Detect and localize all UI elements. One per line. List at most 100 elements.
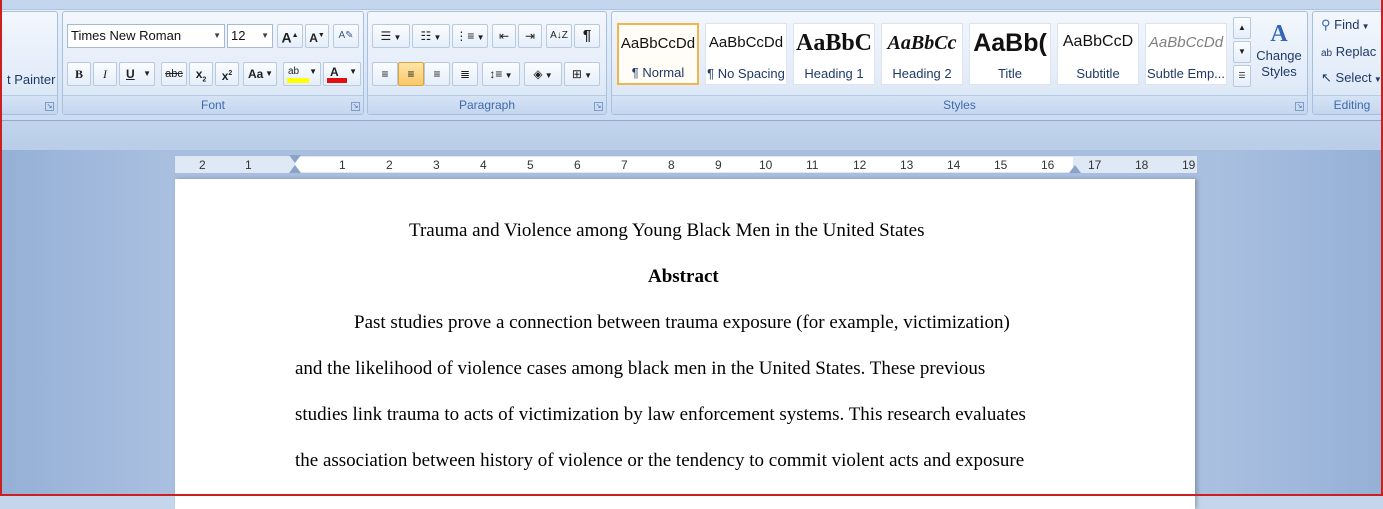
style-sample: AaBbCcDd xyxy=(1148,34,1224,51)
ribbon: t Painter ↘ Times New Roman ▼ 12 ▼ A▲ A▼… xyxy=(0,0,1383,120)
cursor-arrow-icon: ↖ xyxy=(1321,70,1332,85)
chevron-down-icon[interactable]: ▼ xyxy=(543,71,553,80)
borders-button[interactable]: ⊞ ▼ xyxy=(564,62,600,86)
ruler-number: 5 xyxy=(527,158,534,172)
bold-button[interactable]: B xyxy=(67,62,91,86)
style-normal[interactable]: AaBbCcDd ¶ Normal xyxy=(617,23,699,85)
style-subtitle[interactable]: AaBbCcD Subtitle xyxy=(1057,23,1139,85)
numbering-button[interactable]: ☷ ▼ xyxy=(412,24,450,48)
change-case-icon: Aa xyxy=(248,67,264,81)
chevron-down-icon[interactable]: ▼ xyxy=(261,25,269,47)
replace-button[interactable]: ab Replac xyxy=(1321,44,1376,59)
style-subtle-emphasis[interactable]: AaBbCcDd Subtle Emp... xyxy=(1145,23,1227,85)
style-sample: AaBb( xyxy=(973,29,1047,57)
chevron-down-icon[interactable]: ▼ xyxy=(1359,22,1370,31)
font-color-bar xyxy=(327,78,347,83)
style-sample: AaBbCcDd xyxy=(708,34,784,51)
line-spacing-button[interactable]: ↕≡ ▼ xyxy=(482,62,520,86)
change-styles-button[interactable]: A Change Styles xyxy=(1253,20,1305,90)
find-button[interactable]: ⚲ Find ▼ xyxy=(1321,17,1370,33)
ruler-number: 1 xyxy=(339,158,346,172)
align-right-icon: ≡ xyxy=(433,67,441,81)
style-sample: AaBbCcDd xyxy=(620,35,696,52)
first-line-indent-marker[interactable] xyxy=(289,155,301,163)
shrink-font-button[interactable]: A▼ xyxy=(305,24,329,48)
subscript-button[interactable]: x2 xyxy=(189,62,213,86)
hanging-indent-marker[interactable] xyxy=(289,165,301,173)
gallery-scroll-up-icon[interactable]: ▲ xyxy=(1233,17,1251,39)
body-line[interactable]: studies link trauma to acts of victimiza… xyxy=(295,404,1026,426)
ruler-number: 18 xyxy=(1135,158,1149,172)
styles-launcher-icon[interactable]: ↘ xyxy=(1295,102,1304,111)
body-line[interactable]: and the likelihood of violence cases amo… xyxy=(295,358,985,380)
sort-az-icon: A↓Z xyxy=(550,30,568,41)
font-color-button[interactable]: A ▼ xyxy=(323,62,361,86)
chevron-down-icon[interactable]: ▼ xyxy=(213,25,221,47)
select-button[interactable]: ↖ Select ▼ xyxy=(1321,70,1382,86)
ruler-number: 14 xyxy=(947,158,961,172)
italic-button[interactable]: I xyxy=(93,62,117,86)
body-line[interactable]: the association between history of viole… xyxy=(295,450,1024,472)
chevron-down-icon[interactable]: ▼ xyxy=(474,33,485,42)
ruler-number: 11 xyxy=(806,158,819,172)
style-heading-2[interactable]: AaBbCc Heading 2 xyxy=(881,23,963,85)
multilevel-list-button[interactable]: ⋮≡ ▼ xyxy=(452,24,488,48)
style-title[interactable]: AaBb( Title xyxy=(969,23,1051,85)
align-center-icon: ≡ xyxy=(407,67,415,81)
right-indent-marker[interactable] xyxy=(1069,165,1081,173)
chevron-down-icon[interactable]: ▼ xyxy=(582,71,592,80)
change-case-button[interactable]: Aa ▼ xyxy=(243,62,277,86)
chevron-down-icon[interactable]: ▼ xyxy=(502,71,513,80)
ribbon-separator xyxy=(0,120,1383,151)
document-title[interactable]: Trauma and Violence among Young Black Me… xyxy=(409,220,925,242)
sort-button[interactable]: A↓Z xyxy=(546,24,572,48)
style-sample: AaBbCc xyxy=(887,32,957,54)
chevron-down-icon[interactable]: ▼ xyxy=(391,33,402,42)
chevron-down-icon[interactable]: ▼ xyxy=(431,33,442,42)
body-line[interactable]: Past studies prove a connection between … xyxy=(354,312,1010,334)
align-center-button[interactable]: ≡ xyxy=(398,62,424,86)
decrease-indent-button[interactable]: ⇤ xyxy=(492,24,516,48)
paragraph-launcher-icon[interactable]: ↘ xyxy=(594,102,603,111)
document-page[interactable]: Trauma and Violence among Young Black Me… xyxy=(175,179,1195,509)
bullets-button[interactable]: ☰ ▼ xyxy=(372,24,410,48)
style-name: Subtle Emp... xyxy=(1146,66,1226,81)
align-right-button[interactable]: ≡ xyxy=(424,62,450,86)
chevron-down-icon[interactable]: ▼ xyxy=(349,63,357,81)
grow-font-button[interactable]: A▲ xyxy=(277,24,303,48)
justify-button[interactable]: ≣ xyxy=(452,62,478,86)
clipboard-launcher-icon[interactable]: ↘ xyxy=(45,102,54,111)
frame-border xyxy=(0,0,2,496)
highlight-button[interactable]: ab ▼ xyxy=(283,62,321,86)
highlighter-icon: ab xyxy=(288,66,300,77)
gallery-scroll-down-icon[interactable]: ▼ xyxy=(1233,41,1251,63)
font-launcher-icon[interactable]: ↘ xyxy=(351,102,360,111)
ruler-number: 9 xyxy=(715,158,722,172)
underline-button[interactable]: U ▼ xyxy=(119,62,155,86)
font-group-label: Font xyxy=(63,95,363,114)
gallery-more-icon[interactable]: ☰ xyxy=(1233,65,1251,87)
font-size-combo[interactable]: 12 ▼ xyxy=(227,24,273,48)
editing-group-label: Editing xyxy=(1313,95,1383,114)
shading-button[interactable]: ◈ ▼ xyxy=(524,62,562,86)
align-left-button[interactable]: ≡ xyxy=(372,62,398,86)
font-name-combo[interactable]: Times New Roman ▼ xyxy=(67,24,225,48)
strikethrough-button[interactable]: abc xyxy=(161,62,187,86)
format-painter-button[interactable]: t Painter xyxy=(7,72,55,87)
editing-group: ⚲ Find ▼ ab Replac ↖ Select ▼ Editing xyxy=(1312,11,1383,115)
ruler-number: 7 xyxy=(621,158,628,172)
style-heading-1[interactable]: AaBbC Heading 1 xyxy=(793,23,875,85)
chevron-down-icon[interactable]: ▼ xyxy=(143,63,151,85)
styles-group-label: Styles xyxy=(612,95,1307,114)
show-marks-button[interactable]: ¶ xyxy=(574,24,600,48)
increase-indent-button[interactable]: ⇥ xyxy=(518,24,542,48)
style-name: ¶ No Spacing xyxy=(707,66,785,81)
abstract-heading[interactable]: Abstract xyxy=(648,266,719,288)
chevron-down-icon[interactable]: ▼ xyxy=(265,63,273,85)
clear-formatting-button[interactable]: A✎ xyxy=(333,24,359,48)
horizontal-ruler[interactable]: 2 1 1 2 3 4 5 6 7 8 9 10 11 12 13 14 15 … xyxy=(174,155,1198,174)
style-no-spacing[interactable]: AaBbCcDd ¶ No Spacing xyxy=(705,23,787,85)
superscript-button[interactable]: x2 xyxy=(215,62,239,86)
font-color-icon: A xyxy=(330,65,339,79)
chevron-down-icon[interactable]: ▼ xyxy=(309,63,317,81)
